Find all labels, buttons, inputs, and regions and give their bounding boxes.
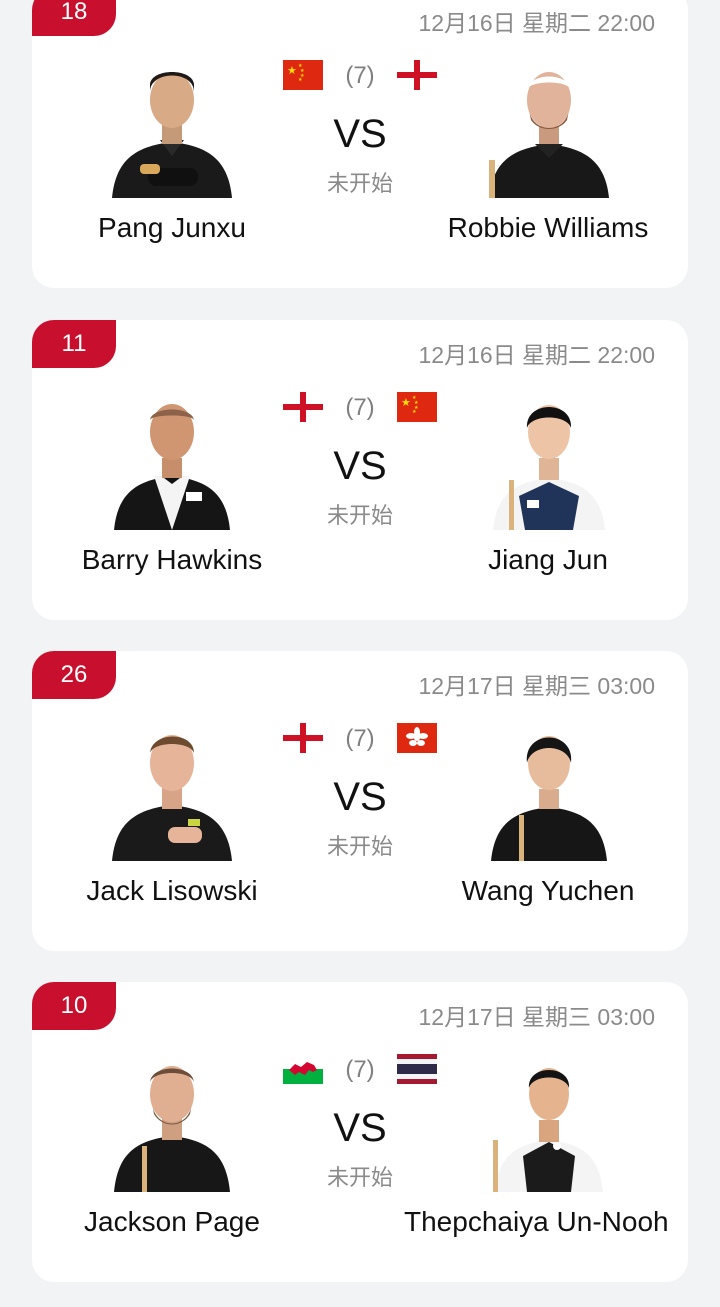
player-photo-right[interactable] (483, 723, 615, 861)
match-number-badge: 26 (32, 651, 116, 699)
hong-kong-flag-icon (397, 723, 437, 753)
player-photo-left[interactable] (106, 60, 238, 198)
svg-text:★: ★ (298, 77, 303, 83)
england-flag-icon (397, 60, 437, 90)
player-name-left[interactable]: Jackson Page (52, 1202, 292, 1242)
match-datetime: 12月16日 星期二 22:00 (418, 342, 655, 368)
player-name-left[interactable]: Barry Hawkins (52, 540, 292, 580)
player-photo-left[interactable] (106, 392, 238, 530)
match-number-badge: 11 (32, 320, 116, 368)
player-photo-right[interactable] (483, 392, 615, 530)
svg-text:★: ★ (401, 396, 411, 409)
seed-label: (7) (345, 394, 375, 421)
player-name-right[interactable]: Wang Yuchen (428, 871, 668, 911)
seed-label: (7) (345, 1056, 375, 1083)
match-status: 未开始 (326, 1165, 393, 1190)
vs-label: VS (333, 775, 387, 819)
match-list: { "status_label": "未开始", "vs_label": "VS… (0, 0, 720, 1307)
match-status: 未开始 (326, 834, 393, 859)
match-number-badge: 10 (32, 982, 116, 1030)
match-status: 未开始 (326, 503, 393, 528)
china-flag-icon: ★ ★ ★ ★ ★ (283, 60, 323, 90)
match-datetime: 12月17日 星期三 03:00 (418, 673, 655, 699)
england-flag-icon (283, 723, 323, 753)
svg-text:★: ★ (287, 64, 297, 77)
match-card-18[interactable]: 18 12月16日 星期二 22:00 ★ ★ ★ ★ ★ (7) VS 未开始… (32, 0, 688, 288)
match-number-badge: 18 (32, 0, 116, 36)
match-card-26[interactable]: 26 12月17日 星期三 03:00 (7) VS 未开始 Jack Liso… (32, 651, 688, 951)
wales-flag-icon (283, 1054, 323, 1084)
england-flag-icon (283, 392, 323, 422)
china-flag-icon: ★ ★ ★ ★ ★ (397, 392, 437, 422)
player-name-left[interactable]: Pang Junxu (52, 208, 292, 248)
svg-text:★: ★ (412, 409, 417, 415)
match-datetime: 12月17日 星期三 03:00 (418, 1004, 655, 1030)
player-photo-right[interactable] (483, 60, 615, 198)
player-photo-left[interactable] (106, 1054, 238, 1192)
match-status: 未开始 (326, 171, 393, 196)
player-name-right[interactable]: Thepchaiya Un-Nooh (404, 1202, 688, 1242)
vs-label: VS (333, 112, 387, 156)
match-card-10[interactable]: 10 12月17日 星期三 03:00 (7) VS 未开始 Jackson P… (32, 982, 688, 1282)
match-datetime: 12月16日 星期二 22:00 (418, 10, 655, 36)
player-name-right[interactable]: Robbie Williams (428, 208, 668, 248)
thailand-flag-icon (397, 1054, 437, 1084)
seed-label: (7) (345, 725, 375, 752)
seed-label: (7) (345, 62, 375, 89)
match-card-11[interactable]: 11 12月16日 星期二 22:00 (7) ★ ★ ★ ★ ★ VS 未开始… (32, 320, 688, 620)
player-photo-left[interactable] (106, 723, 238, 861)
player-photo-right[interactable] (483, 1054, 615, 1192)
vs-label: VS (333, 444, 387, 488)
player-name-left[interactable]: Jack Lisowski (52, 871, 292, 911)
player-name-right[interactable]: Jiang Jun (428, 540, 668, 580)
vs-label: VS (333, 1106, 387, 1150)
